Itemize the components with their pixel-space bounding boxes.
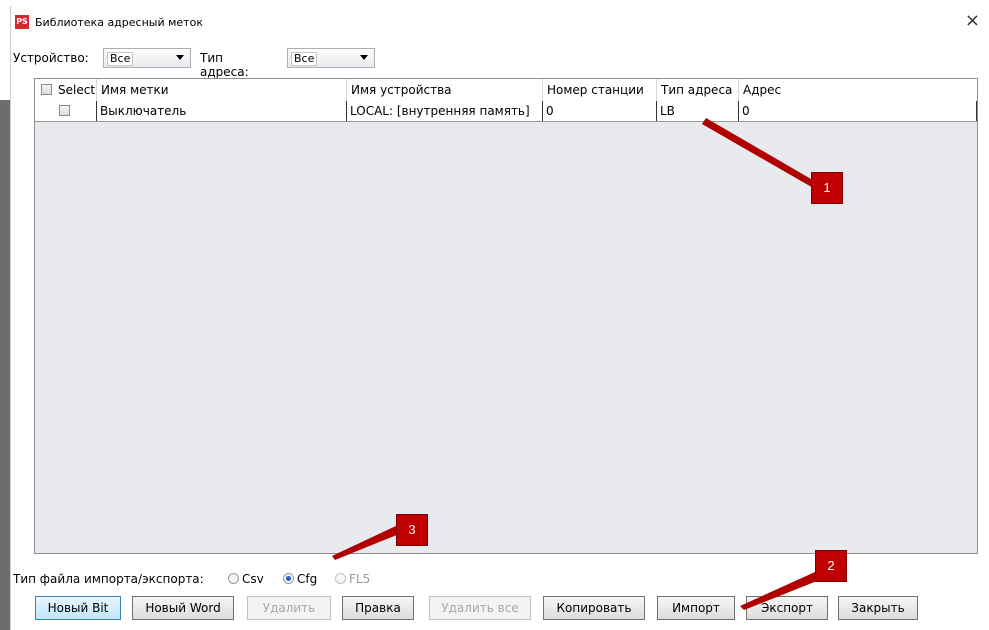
callout-badge-3: 3 <box>396 514 428 546</box>
callout-badge-1: 1 <box>811 172 843 204</box>
callout-1-arrow <box>702 118 815 189</box>
callout-badge-2: 2 <box>815 550 847 582</box>
callout-3-arrow <box>332 524 404 560</box>
annotation-arrows <box>332 118 832 610</box>
